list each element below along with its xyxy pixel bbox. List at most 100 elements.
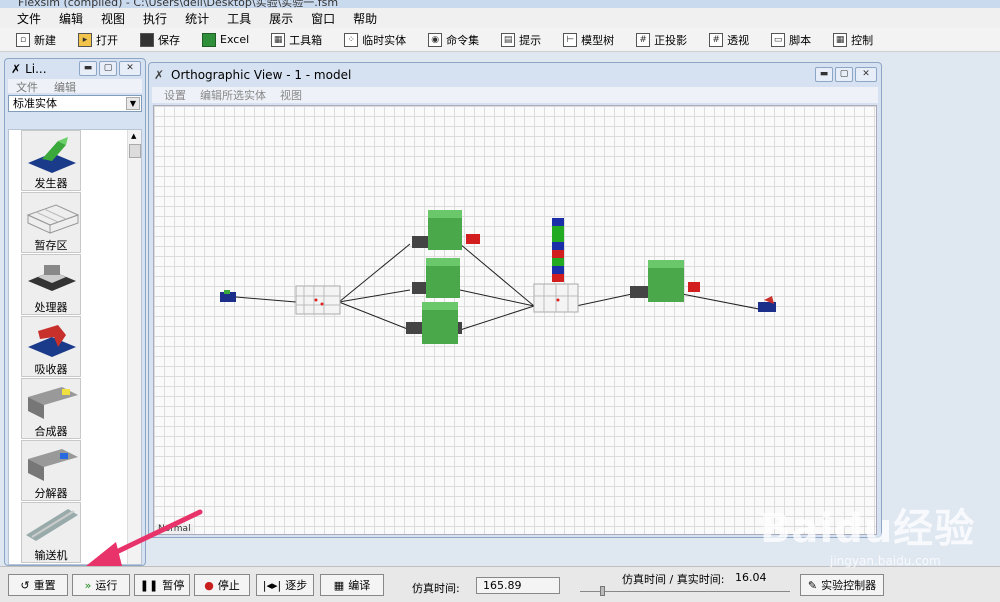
library-item-combiner[interactable]: 合成器: [21, 378, 81, 439]
orthographic-view-window: ✗ Orthographic View - 1 - model ▬ ▢ ✕ 设置…: [148, 62, 882, 538]
sink-object[interactable]: [758, 296, 776, 312]
processor-object-2[interactable]: [412, 258, 460, 298]
flowitem-button[interactable]: ⁘ 临时实体: [344, 32, 406, 48]
menu-file[interactable]: 文件: [8, 10, 50, 27]
minimize-icon[interactable]: ▬: [79, 61, 97, 76]
slider-handle[interactable]: [600, 586, 605, 596]
control-icon: ▦: [833, 32, 848, 47]
sim-time-label: 仿真时间:: [412, 582, 460, 595]
flowitem-icon: ⁘: [344, 32, 359, 47]
experimenter-icon: ✎: [807, 578, 818, 592]
stop-icon: ●: [204, 578, 214, 592]
library-category-select[interactable]: 标准实体 ▼: [8, 95, 142, 112]
menu-presentation[interactable]: 展示: [260, 10, 302, 27]
library-item-sink[interactable]: 吸收器: [21, 316, 81, 377]
control-button[interactable]: ▦ 控制: [833, 32, 873, 48]
perspective-button[interactable]: # 透视: [709, 32, 749, 48]
command-set-button[interactable]: ◉ 命令集: [428, 32, 479, 48]
script-button[interactable]: ▭ 脚本: [771, 32, 811, 48]
maximize-icon[interactable]: ▢: [99, 61, 117, 76]
model-tree-button[interactable]: ⊢ 模型树: [563, 32, 614, 48]
menu-edit[interactable]: 编辑: [50, 10, 92, 27]
library-item-list: 发生器 暂存区 处理器 吸收器 合成器 分解器 输送机 ▲: [8, 129, 142, 565]
conveyor-icon: [26, 509, 78, 541]
library-item-conveyor[interactable]: 输送机: [21, 502, 81, 563]
menu-window[interactable]: 窗口: [302, 10, 344, 27]
hint-icon: ▤: [501, 32, 516, 47]
menu-bar: 文件 编辑 视图 执行 统计 工具 展示 窗口 帮助: [0, 8, 1000, 28]
view-menu: 设置 编辑所选实体 视图: [152, 87, 878, 103]
library-menu-edit[interactable]: 编辑: [54, 79, 76, 94]
pause-button[interactable]: ❚❚ 暂停: [134, 574, 190, 596]
flowitem-stack: [552, 218, 564, 282]
run-button[interactable]: » 运行: [72, 574, 130, 596]
step-button[interactable]: |◂▸| 逐步: [256, 574, 314, 596]
separator-icon: [28, 449, 78, 481]
chevron-down-icon[interactable]: ▼: [126, 97, 140, 110]
library-scrollbar[interactable]: ▲: [127, 130, 141, 564]
library-titlebar[interactable]: ✗ Li... ▬ ▢ ✕: [5, 59, 145, 79]
library-menu-file[interactable]: 文件: [16, 79, 38, 94]
step-icon: |◂▸|: [262, 578, 282, 592]
save-button[interactable]: 保存: [140, 32, 180, 48]
script-icon: ▭: [771, 32, 786, 47]
view-menu-settings[interactable]: 设置: [164, 87, 186, 103]
model-tree-icon: ⊢: [563, 32, 578, 47]
flexsim-logo-icon: ✗: [154, 68, 165, 82]
view-menu-view[interactable]: 视图: [280, 87, 302, 103]
maximize-icon[interactable]: ▢: [835, 67, 853, 82]
experimenter-button[interactable]: ✎ 实验控制器: [800, 574, 884, 596]
pause-icon: ❚❚: [139, 578, 159, 592]
reset-icon: ↺: [20, 578, 30, 592]
menu-help[interactable]: 帮助: [344, 10, 386, 27]
queue-object-2[interactable]: [533, 283, 579, 313]
view-titlebar[interactable]: ✗ Orthographic View - 1 - model ▬ ▢ ✕: [149, 63, 881, 87]
menu-statistics[interactable]: 统计: [176, 10, 218, 27]
run-speed-value: 16.04: [735, 571, 767, 584]
library-item-source[interactable]: 发生器: [21, 130, 81, 191]
sink-icon: [28, 325, 76, 357]
menu-execute[interactable]: 执行: [134, 10, 176, 27]
library-title: Li...: [25, 62, 47, 76]
library-item-processor[interactable]: 处理器: [21, 254, 81, 315]
toolbox-button[interactable]: ▦ 工具箱: [271, 32, 322, 48]
excel-button[interactable]: Excel: [202, 32, 249, 47]
library-window: ✗ Li... ▬ ▢ ✕ 文件 编辑 标准实体 ▼ 发生器 暂存区 处理器 吸…: [4, 58, 146, 566]
processor-object-1[interactable]: [412, 210, 480, 250]
command-set-icon: ◉: [428, 32, 443, 47]
library-item-separator[interactable]: 分解器: [21, 440, 81, 501]
stop-button[interactable]: ● 停止: [194, 574, 250, 596]
source-object[interactable]: [220, 290, 236, 302]
source-icon: [28, 137, 76, 173]
menu-view[interactable]: 视图: [92, 10, 134, 27]
new-button[interactable]: ▫ 新建: [16, 32, 56, 48]
toolbox-icon: ▦: [271, 32, 286, 47]
view-status: Normal: [156, 524, 193, 534]
view-menu-edit-selected[interactable]: 编辑所选实体: [200, 87, 266, 103]
ortho-button[interactable]: # 正投影: [636, 32, 687, 48]
queue-object-1[interactable]: [295, 285, 341, 315]
hint-button[interactable]: ▤ 提示: [501, 32, 541, 48]
reset-button[interactable]: ↺ 重置: [8, 574, 68, 596]
excel-icon: [202, 32, 216, 47]
run-control-bar: ↺ 重置 » 运行 ❚❚ 暂停 ● 停止 |◂▸| 逐步 ▦ 编译 仿真时间: 165.89…: [0, 566, 1000, 602]
sim-time-value: 165.89: [476, 577, 560, 594]
model-layout: [220, 210, 776, 344]
save-disk-icon: [140, 32, 154, 47]
close-icon[interactable]: ✕: [119, 61, 141, 76]
menu-tools[interactable]: 工具: [218, 10, 260, 27]
library-item-queue[interactable]: 暂存区: [21, 192, 81, 253]
open-button[interactable]: ▸ 打开: [78, 32, 118, 48]
run-icon: »: [84, 578, 92, 592]
queue-icon: [26, 204, 80, 234]
close-icon[interactable]: ✕: [855, 67, 877, 82]
scroll-up-icon[interactable]: ▲: [131, 132, 136, 140]
scrollbar-thumb[interactable]: [129, 144, 141, 158]
compile-button[interactable]: ▦ 编译: [320, 574, 384, 596]
minimize-icon[interactable]: ▬: [815, 67, 833, 82]
library-menu: 文件 编辑: [8, 79, 142, 94]
processor-object-3[interactable]: [406, 302, 462, 344]
run-speed-slider[interactable]: [580, 586, 790, 596]
model-canvas[interactable]: Normal: [153, 105, 877, 535]
combiner-icon: [28, 387, 78, 419]
